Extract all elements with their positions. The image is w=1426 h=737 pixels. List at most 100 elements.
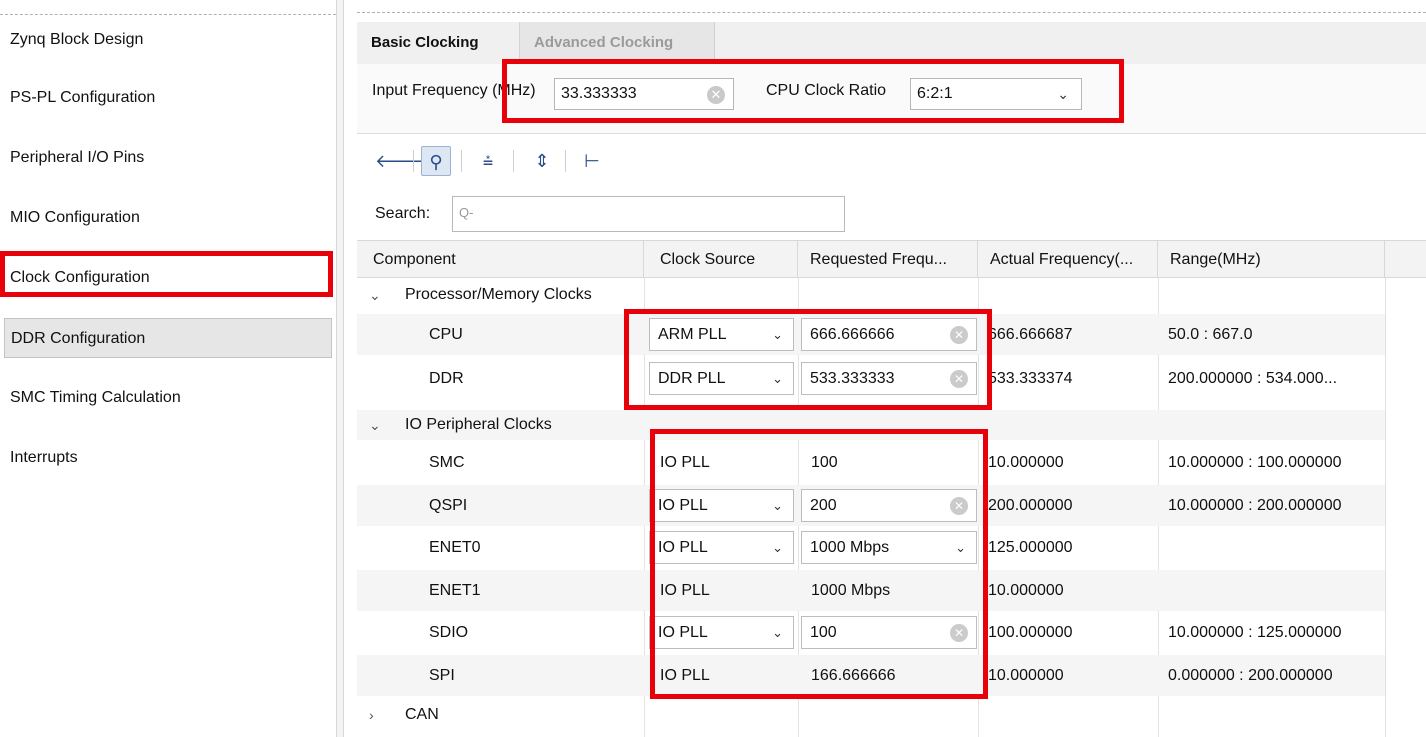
back-arrow-icon[interactable]: 🡐: [375, 146, 423, 176]
search-row: Search: Q-: [357, 194, 1426, 234]
sidebar-item-peripheral-io-pins[interactable]: Peripheral I/O Pins: [4, 138, 332, 178]
hierarchy-icon[interactable]: ⊢: [577, 146, 607, 176]
toolbar-separator: [413, 150, 414, 172]
column-header-requested-frequency[interactable]: Requested Frequ...: [798, 241, 978, 278]
collapse-all-icon[interactable]: ⩮: [473, 146, 503, 176]
input-frequency-value: 33.333333: [561, 85, 637, 102]
sidebar-item-mio-configuration[interactable]: MIO Configuration: [4, 198, 332, 238]
input-frequency-field[interactable]: 33.333333 ✕: [554, 78, 734, 110]
requested-frequency-input[interactable]: 533.333333 ✕: [801, 362, 977, 395]
search-field-icon: Q-: [459, 205, 474, 220]
clock-source-value: DDR PLL: [658, 370, 726, 387]
component-cell: ENET1: [429, 581, 481, 599]
component-cell: QSPI: [429, 496, 468, 514]
requested-frequency-select[interactable]: 1000 Mbps ⌄: [801, 531, 977, 564]
requested-frequency-value: 1000 Mbps: [810, 539, 890, 556]
tab-bar: Basic Clocking Advanced Clocking: [357, 22, 1426, 64]
clock-source-select[interactable]: ARM PLL ⌄: [649, 318, 794, 351]
group-label: Processor/Memory Clocks: [405, 286, 592, 303]
clock-source-value: ARM PLL: [658, 326, 727, 343]
requested-frequency-input[interactable]: 200 ✕: [801, 489, 977, 522]
clear-icon[interactable]: ✕: [950, 326, 968, 344]
divider: [0, 14, 336, 15]
clock-config-panel: Basic Clocking Advanced Clocking Input F…: [357, 0, 1426, 737]
search-icon[interactable]: ⚲: [421, 146, 451, 176]
requested-frequency-input[interactable]: 100 ✕: [801, 616, 977, 649]
sidebar-item-interrupts[interactable]: Interrupts: [4, 438, 332, 478]
actual-frequency-cell: 10.000000: [988, 453, 1064, 471]
toolbar-separator: [565, 150, 566, 172]
table-row[interactable]: SPI IO PLL 166.666666 10.000000 0.000000…: [357, 655, 1385, 696]
component-cell: DDR: [429, 369, 464, 387]
table-header: Component Clock Source Requested Frequ..…: [357, 240, 1426, 278]
splitter-handle[interactable]: [336, 0, 344, 737]
column-header-actual-frequency[interactable]: Actual Frequency(...: [978, 241, 1158, 278]
clock-source-select[interactable]: DDR PLL ⌄: [649, 362, 794, 395]
column-header-clock-source[interactable]: Clock Source: [644, 241, 798, 278]
tab-advanced-clocking[interactable]: Advanced Clocking: [519, 22, 715, 64]
requested-frequency-cell: 100: [811, 453, 838, 471]
expand-all-icon[interactable]: ⇕: [527, 146, 557, 176]
toolbar: 🡐 ⚲ ⩮ ⇕ ⊢: [357, 140, 1426, 184]
actual-frequency-cell: 666.666687: [988, 325, 1073, 343]
toolbar-separator: [513, 150, 514, 172]
clear-icon[interactable]: ✕: [707, 86, 725, 104]
chevron-down-icon[interactable]: ⌄: [369, 280, 381, 310]
requested-frequency-input[interactable]: 666.666666 ✕: [801, 318, 977, 351]
chevron-down-icon: ⌄: [772, 498, 783, 513]
component-cell: SMC: [429, 453, 465, 471]
sidebar-item-ps-pl-configuration[interactable]: PS-PL Configuration: [4, 78, 332, 118]
divider: [357, 12, 1426, 13]
search-input[interactable]: Q-: [452, 196, 845, 232]
requested-frequency-value: 200: [810, 497, 837, 514]
clock-table: Component Clock Source Requested Frequ..…: [357, 240, 1426, 737]
clock-source-select[interactable]: IO PLL ⌄: [649, 489, 794, 522]
table-row[interactable]: SDIO IO PLL ⌄ 100 ✕ 100.000000 10.000000…: [357, 612, 1385, 653]
actual-frequency-cell: 200.000000: [988, 496, 1073, 514]
chevron-down-icon: ⌄: [772, 540, 783, 555]
sidebar-item-ddr-configuration[interactable]: DDR Configuration: [4, 318, 332, 358]
range-cell: 10.000000 : 125.000000: [1168, 623, 1342, 641]
table-row[interactable]: ENET0 IO PLL ⌄ 1000 Mbps ⌄ 125.000000: [357, 527, 1385, 568]
group-row-can[interactable]: › CAN: [357, 700, 1385, 730]
requested-frequency-cell: 1000 Mbps: [811, 581, 891, 599]
clock-source-value: IO PLL: [658, 497, 708, 514]
column-header-component[interactable]: Component: [357, 241, 644, 278]
chevron-down-icon: ⌄: [1057, 86, 1069, 102]
table-row[interactable]: SMC IO PLL 100 10.000000 10.000000 : 100…: [357, 442, 1385, 483]
group-row-processor-memory[interactable]: ⌄ Processor/Memory Clocks: [357, 280, 1385, 310]
component-cell: SPI: [429, 666, 455, 684]
sidebar-item-clock-configuration[interactable]: Clock Configuration: [4, 258, 332, 298]
chevron-down-icon: ⌄: [772, 371, 783, 386]
clock-source-select[interactable]: IO PLL ⌄: [649, 616, 794, 649]
table-row[interactable]: QSPI IO PLL ⌄ 200 ✕ 200.000000 10.000000…: [357, 485, 1385, 526]
clock-source-value: IO PLL: [658, 624, 708, 641]
clear-icon[interactable]: ✕: [950, 497, 968, 515]
clock-source-cell: IO PLL: [660, 453, 710, 471]
sidebar-item-zynq-block-design[interactable]: Zynq Block Design: [4, 20, 332, 60]
clear-icon[interactable]: ✕: [950, 624, 968, 642]
sidebar-item-smc-timing-calculation[interactable]: SMC Timing Calculation: [4, 378, 332, 418]
range-cell: 50.0 : 667.0: [1168, 325, 1253, 343]
table-row[interactable]: ENET1 IO PLL 1000 Mbps 10.000000: [357, 570, 1385, 611]
table-row[interactable]: CPU ARM PLL ⌄ 666.666666 ✕ 666.666687 50…: [357, 314, 1385, 355]
group-row-io-peripheral[interactable]: ⌄ IO Peripheral Clocks: [357, 410, 1385, 440]
input-frequency-row: Input Frequency (MHz) 33.333333 ✕ CPU Cl…: [357, 64, 1426, 134]
clock-source-select[interactable]: IO PLL ⌄: [649, 531, 794, 564]
chevron-down-icon: ⌄: [772, 327, 783, 342]
actual-frequency-cell: 10.000000: [988, 581, 1064, 599]
chevron-down-icon[interactable]: ⌄: [369, 410, 381, 440]
actual-frequency-cell: 125.000000: [988, 538, 1073, 556]
tab-basic-clocking[interactable]: Basic Clocking: [357, 22, 517, 64]
requested-frequency-value: 100: [810, 624, 837, 641]
chevron-right-icon[interactable]: ›: [369, 700, 374, 730]
component-cell: SDIO: [429, 623, 469, 641]
range-cell: 0.000000 : 200.000000: [1168, 666, 1333, 684]
group-label: IO Peripheral Clocks: [405, 416, 552, 433]
table-row[interactable]: DDR DDR PLL ⌄ 533.333333 ✕ 533.333374 20…: [357, 358, 1385, 399]
column-header-range[interactable]: Range(MHz): [1158, 241, 1385, 278]
input-frequency-label: Input Frequency (MHz): [372, 82, 536, 99]
clear-icon[interactable]: ✕: [950, 370, 968, 388]
cpu-clock-ratio-select[interactable]: 6:2:1 ⌄: [910, 78, 1082, 110]
requested-frequency-value: 666.666666: [810, 326, 895, 343]
